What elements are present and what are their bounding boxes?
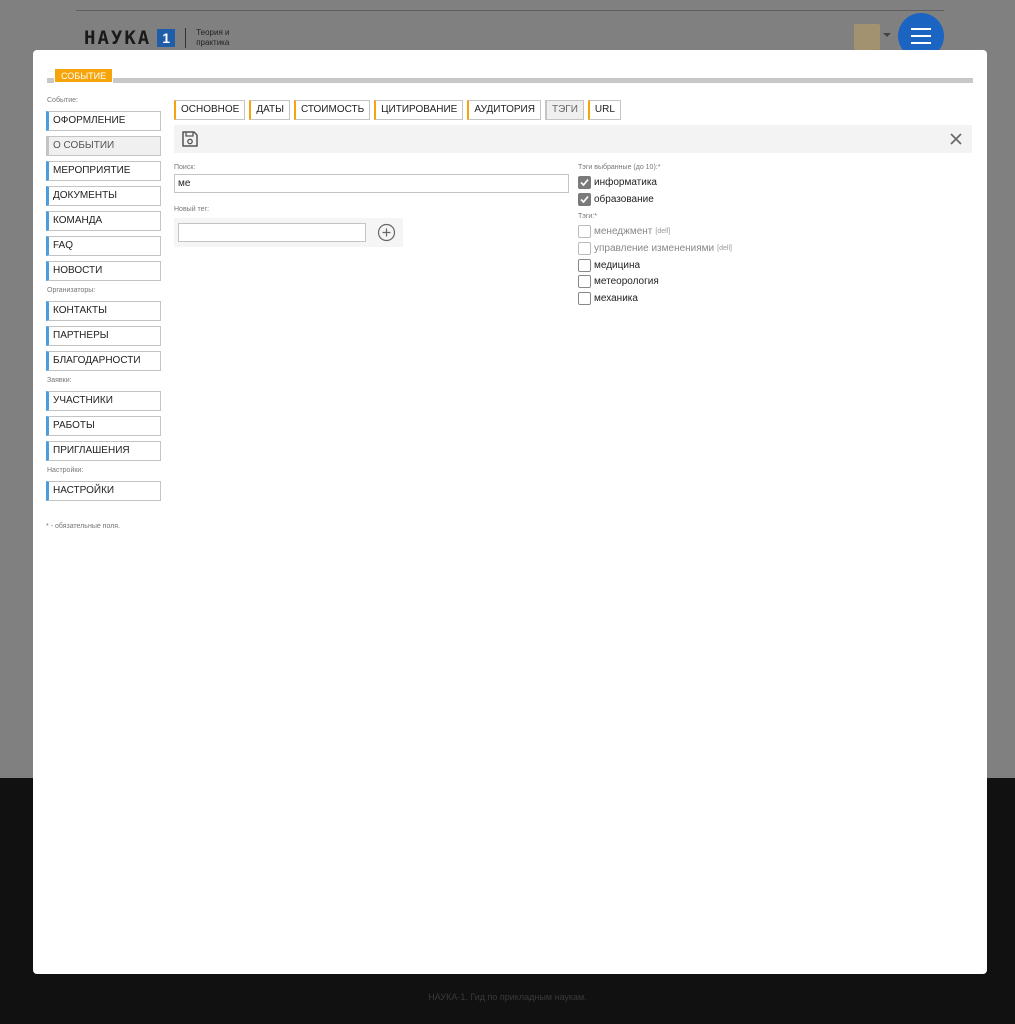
tags-list: менеджмент [dell] управление изменениями [d…: [578, 223, 878, 306]
search-column: Поиск: Новый тег:: [174, 164, 570, 247]
tag-row: медицина: [578, 257, 878, 274]
logo-word: НАУКА: [84, 27, 152, 49]
chevron-down-icon[interactable]: [883, 33, 891, 37]
sidebar-section-requests: Заявки:: [47, 377, 72, 384]
header-bar: [47, 78, 973, 83]
tags-label: Тэги:*: [578, 213, 597, 221]
sidebar-item[interactable]: КОНТАКТЫ: [46, 301, 161, 321]
tab[interactable]: ЦИТИРОВАНИЕ: [374, 100, 464, 120]
sidebar-item[interactable]: ДОКУМЕНТЫ: [46, 186, 161, 206]
sidebar-item[interactable]: МЕРОПРИЯТИЕ: [46, 161, 161, 181]
sidebar-item[interactable]: БЛАГОДАРНОСТИ: [46, 351, 161, 371]
footer-text: НАУКА-1. Гид по прикладным наукам.: [428, 992, 587, 1002]
plus-circle-icon[interactable]: [377, 223, 396, 242]
hamburger-icon-line: [911, 28, 931, 30]
user-avatar[interactable]: [854, 24, 880, 50]
search-input[interactable]: [174, 174, 569, 193]
site-logo[interactable]: НАУКА 1 Теория и практика: [84, 27, 246, 49]
tab[interactable]: ОСНОВНОЕ: [174, 100, 246, 120]
tag-checkbox[interactable]: [578, 275, 591, 289]
tag-row: образование: [578, 191, 878, 208]
logo-number: 1: [157, 29, 176, 47]
sidebar-section-event: Событие:: [47, 97, 78, 104]
new-tag-box: [174, 218, 403, 247]
tag-checkbox[interactable]: [578, 192, 591, 206]
save-icon[interactable]: [180, 129, 200, 149]
search-label: Поиск:: [174, 164, 196, 171]
tag-label: образование: [594, 193, 654, 205]
tag-row: управление изменениями [dell]: [578, 240, 878, 257]
tab-bar: ОСНОВНОЕ ДАТЫ СТОИМОСТЬ ЦИТИРОВАНИЕ АУДИТОРИ…: [174, 100, 621, 120]
tab[interactable]: АУДИТОРИЯ: [467, 100, 541, 120]
tab[interactable]: СТОИМОСТЬ: [293, 100, 371, 120]
sidebar-item[interactable]: УЧАСТНИКИ: [46, 391, 161, 411]
sidebar-item[interactable]: НОВОСТИ: [46, 261, 161, 281]
tag-row: метеорология: [578, 273, 878, 290]
logo-subtitle: Теория и практика: [196, 28, 230, 47]
sidebar-section-organizers: Организаторы:: [47, 287, 96, 294]
selected-tags-label: Тэги выбранные (до 10):*: [578, 164, 661, 171]
tab[interactable]: ТЭГИ: [544, 100, 584, 120]
sidebar-item[interactable]: ПАРТНЕРЫ: [46, 326, 161, 346]
tab[interactable]: ДАТЫ: [249, 100, 290, 120]
sidebar-item[interactable]: О СОБЫТИИ: [46, 136, 161, 156]
tag-label: метеорология: [594, 276, 659, 288]
selected-tags-list: информатика образование: [578, 174, 878, 207]
tag-checkbox[interactable]: [578, 258, 591, 272]
tag-label: механика: [594, 292, 638, 304]
toolbar: [174, 125, 972, 153]
logo-separator: [185, 28, 187, 48]
sidebar-item[interactable]: FAQ: [46, 236, 161, 256]
tag-checkbox[interactable]: [578, 225, 591, 239]
tag-marker: [dell]: [717, 244, 732, 252]
header-divider: [76, 10, 944, 11]
tag-row: информатика: [578, 174, 878, 191]
header-tab-event: СОБЫТИЕ: [54, 68, 114, 83]
hamburger-icon-line: [911, 35, 931, 37]
sidebar-item[interactable]: НАСТРОЙКИ: [46, 481, 161, 501]
tag-label: менеджмент: [594, 226, 653, 238]
tag-checkbox[interactable]: [578, 175, 591, 189]
modal-header: СОБЫТИЕ: [47, 68, 973, 84]
sidebar-item[interactable]: ПРИГЛАШЕНИЯ: [46, 441, 161, 461]
new-tag-label: Новый тег:: [174, 206, 210, 213]
event-editor-modal: СОБЫТИЕ Событие: ОФОРМЛЕНИЕ О СОБЫТИИ МЕРО…: [33, 50, 987, 974]
tag-checkbox[interactable]: [578, 241, 591, 255]
required-fields-note: * - обязательные поля.: [46, 523, 121, 530]
tag-checkbox[interactable]: [578, 291, 591, 305]
tag-label: информатика: [594, 176, 657, 188]
new-tag-input[interactable]: [178, 223, 366, 242]
tag-row: механика: [578, 290, 878, 307]
tag-marker: [dell]: [655, 228, 671, 236]
sidebar-item[interactable]: КОМАНДА: [46, 211, 161, 231]
tag-label: медицина: [594, 259, 641, 271]
tag-row: менеджмент [dell]: [578, 223, 878, 240]
sidebar: Событие: ОФОРМЛЕНИЕ О СОБЫТИИ МЕРОПРИЯТИЕ Д…: [46, 97, 166, 530]
sidebar-section-settings: Настройки:: [47, 467, 84, 474]
tags-column: Тэги выбранные (до 10):* информатика обра…: [578, 164, 878, 307]
tag-label: управление изменениями: [594, 242, 715, 254]
hamburger-icon-line: [911, 42, 931, 44]
tab[interactable]: URL: [587, 100, 621, 120]
sidebar-item[interactable]: ОФОРМЛЕНИЕ: [46, 111, 161, 131]
sidebar-item[interactable]: РАБОТЫ: [46, 416, 161, 436]
close-icon[interactable]: [949, 132, 963, 146]
